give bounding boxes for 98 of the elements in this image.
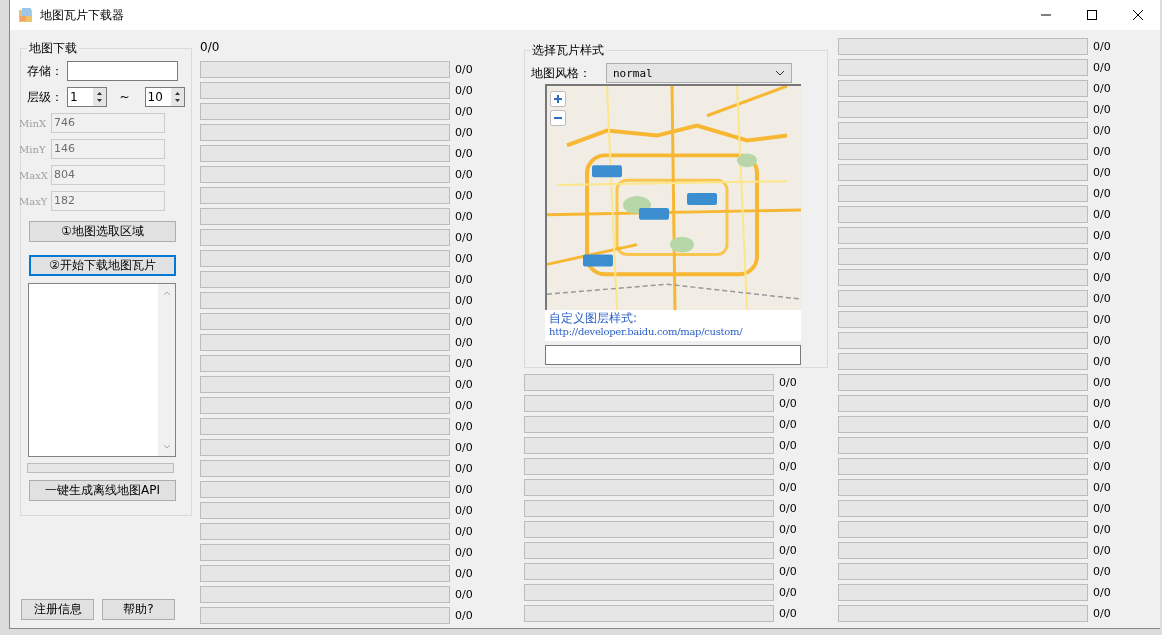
group-title: 选择瓦片样式 — [530, 42, 606, 59]
maximize-icon[interactable] — [1086, 9, 1098, 21]
level-label: 层级： — [27, 88, 63, 106]
close-icon[interactable] — [1132, 9, 1144, 21]
progress-count: 0/0 — [455, 378, 473, 391]
progress-count: 0/0 — [455, 231, 473, 244]
progress-count: 0/0 — [455, 105, 473, 118]
progress-count: 0/0 — [1093, 439, 1111, 452]
progress-count: 0/0 — [1093, 523, 1111, 536]
progress-count: 0/0 — [1093, 586, 1111, 599]
progress-count: 0/0 — [455, 63, 473, 76]
progress-count: 0/0 — [455, 168, 473, 181]
storage-field[interactable] — [67, 61, 178, 81]
progress-count: 0/0 — [1093, 82, 1111, 95]
progress-count: 0/0 — [455, 546, 473, 559]
progress-count: 0/0 — [779, 523, 797, 536]
zoom-in-icon[interactable] — [550, 91, 566, 107]
progress-count: 0/0 — [779, 397, 797, 410]
progress-count: 0/0 — [779, 439, 797, 452]
progress-count: 0/0 — [779, 502, 797, 515]
progress-count: 0/0 — [779, 565, 797, 578]
custom-style-field[interactable] — [545, 345, 801, 365]
progress-count: 0/0 — [779, 607, 797, 620]
progress-count: 0/0 — [455, 84, 473, 97]
progress-count: 0/0 — [1093, 124, 1111, 137]
progress-count: 0/0 — [455, 294, 473, 307]
bound-label: MinY — [19, 143, 47, 155]
style-label: 地图风格： — [531, 64, 591, 82]
progress-count: 0/0 — [455, 462, 473, 475]
progress-count: 0/0 — [1093, 187, 1111, 200]
progress-count: 0/0 — [779, 460, 797, 473]
progress-count: 0/0 — [1093, 229, 1111, 242]
level-from-spinner[interactable]: 1 — [67, 87, 108, 107]
progress-count: 0/0 — [1093, 145, 1111, 158]
progress-count: 0/0 — [455, 399, 473, 412]
progress-count: 0/0 — [455, 126, 473, 139]
log-textarea[interactable] — [28, 283, 176, 457]
progress-count: 0/0 — [1093, 334, 1111, 347]
start-download-button[interactable]: ②开始下载地图瓦片 — [29, 255, 176, 276]
progress-count: 0/0 — [1093, 418, 1111, 431]
progress-count: 0/0 — [779, 418, 797, 431]
progress-count: 0/0 — [455, 189, 473, 202]
custom-style-label: 自定义图层样式: — [549, 312, 639, 325]
progress-count: 0/0 — [779, 376, 797, 389]
select-area-button[interactable]: ①地图选取区域 — [29, 221, 176, 242]
progress-count: 0/0 — [455, 273, 473, 286]
progress-count: 0/0 — [1093, 103, 1111, 116]
progress-count: 0/0 — [455, 315, 473, 328]
progress-count: 0/0 — [455, 147, 473, 160]
progress-count: 0/0 — [1093, 292, 1111, 305]
footer-button[interactable]: 帮助? — [102, 599, 175, 620]
progress-count: 0/0 — [1093, 166, 1111, 179]
footer-button[interactable]: 注册信息 — [21, 599, 94, 620]
progress-count: 0/0 — [455, 504, 473, 517]
progress-count: 0/0 — [1093, 481, 1111, 494]
bound-label: MinX — [19, 117, 47, 129]
progress-count: 0/0 — [779, 586, 797, 599]
group-title: 地图下载 — [27, 40, 79, 57]
range-separator: ~ — [119, 90, 130, 104]
progress-count: 0/0 — [455, 609, 473, 622]
progress-count: 0/0 — [1093, 208, 1111, 221]
progress-count: 0/0 — [779, 544, 797, 557]
progress-count: 0/0 — [1093, 460, 1111, 473]
progress-count: 0/0 — [455, 252, 473, 265]
progress-count: 0/0 — [1093, 376, 1111, 389]
level-to-spinner[interactable]: 10 — [144, 87, 185, 107]
progress-count: 0/0 — [1093, 355, 1111, 368]
progress-count: 0/0 — [1093, 607, 1111, 620]
zoom-out-icon[interactable] — [550, 110, 566, 126]
chevron-down-icon — [775, 70, 785, 76]
progress-count: 0/0 — [455, 567, 473, 580]
progress-count: 0/0 — [1093, 40, 1111, 53]
app-icon — [18, 7, 34, 23]
progress-count: 0/0 — [455, 441, 473, 454]
progress-count: 0/0 — [455, 525, 473, 538]
progress-count: 0/0 — [455, 588, 473, 601]
progress-count: 0/0 — [455, 357, 473, 370]
progress-count: 0/0 — [1093, 313, 1111, 326]
progress-count: 0/0 — [1093, 271, 1111, 284]
progress-count: 0/0 — [1093, 544, 1111, 557]
bound-label: MaxY — [19, 195, 49, 207]
progress-count: 0/0 — [1093, 61, 1111, 74]
progress-count: 0/0 — [455, 210, 473, 223]
custom-style-link[interactable]: http://developer.baidu.com/map/custom/ — [549, 325, 797, 338]
progress-count: 0/0 — [455, 420, 473, 433]
progress-count: 0/0 — [1093, 397, 1111, 410]
total-count: 0/0 — [200, 40, 221, 56]
progress-count: 0/0 — [1093, 250, 1111, 263]
progress-count: 0/0 — [455, 336, 473, 349]
generate-api-button[interactable]: 一键生成离线地图API — [29, 480, 176, 501]
progress-count: 0/0 — [779, 481, 797, 494]
progress-count: 0/0 — [1093, 502, 1111, 515]
storage-label: 存储： — [27, 62, 63, 80]
progress-count: 0/0 — [1093, 565, 1111, 578]
progress-count: 0/0 — [455, 483, 473, 496]
style-dropdown[interactable]: normal — [606, 63, 792, 83]
window-title: 地图瓦片下载器 — [40, 6, 124, 24]
bound-label: MaxX — [19, 169, 49, 181]
